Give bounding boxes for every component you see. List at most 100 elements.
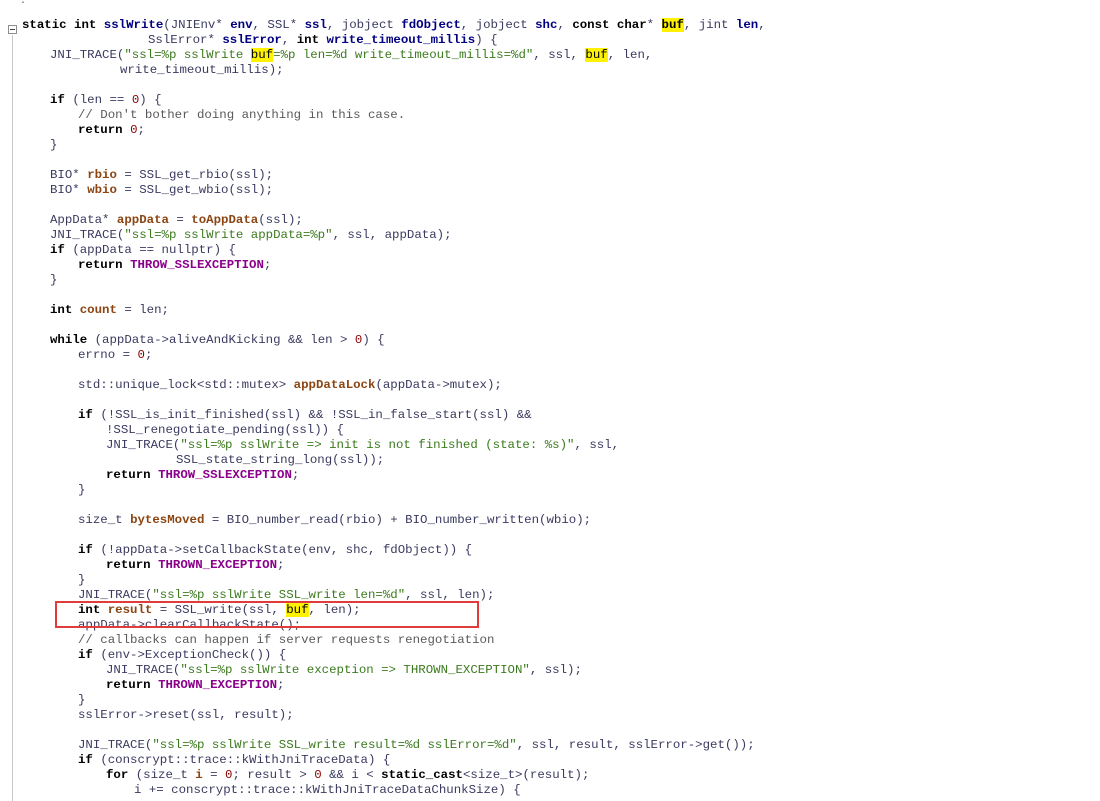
code-line[interactable]: if (conscrypt::trace::kWithJniTraceData)… <box>78 753 390 768</box>
code-token: int <box>50 303 80 317</box>
code-token: return <box>106 678 159 692</box>
code-line[interactable]: SSL_state_string_long(ssl)); <box>176 453 384 468</box>
code-editor[interactable]: · static int sslWrite(JNIEnv* env, SSL* … <box>0 0 1100 801</box>
code-token: = len; <box>116 303 169 317</box>
code-token: BIO* <box>50 183 88 197</box>
code-line[interactable]: while (appData->aliveAndKicking && len >… <box>50 333 385 348</box>
code-line[interactable]: JNI_TRACE("ssl=%p sslWrite buf=%p len=%d… <box>50 48 652 63</box>
code-token: , ssl, <box>574 438 620 452</box>
code-token: (len == <box>72 93 132 107</box>
code-token: = <box>202 768 225 782</box>
code-token: static int <box>22 18 104 32</box>
code-line[interactable]: // Don't bother doing anything in this c… <box>78 108 405 123</box>
code-token: ; <box>277 558 285 572</box>
code-line[interactable]: return 0; <box>78 123 145 138</box>
code-token: return <box>78 258 131 272</box>
code-line[interactable]: for (size_t i = 0; result > 0 && i < sta… <box>106 768 589 783</box>
code-token: , SSL* <box>252 18 305 32</box>
code-line[interactable]: SslError* sslError, int write_timeout_mi… <box>148 33 498 48</box>
code-token: (env->ExceptionCheck()) { <box>100 648 287 662</box>
code-token: 0 <box>137 348 145 362</box>
code-token: "ssl=%p sslWrite => init is not finished… <box>180 438 575 452</box>
code-token: (conscrypt::trace::kWithJniTraceData) { <box>100 753 391 767</box>
code-token: fdObject <box>401 18 461 32</box>
code-token: if <box>50 243 73 257</box>
code-line[interactable]: } <box>78 693 85 708</box>
fold-collapse-icon[interactable] <box>8 25 17 34</box>
code-token: , ssl); <box>529 663 582 677</box>
code-line[interactable]: BIO* rbio = SSL_get_rbio(ssl); <box>50 168 273 183</box>
code-token: return <box>106 468 159 482</box>
code-line[interactable]: return THROWN_EXCEPTION; <box>106 678 284 693</box>
code-line[interactable]: return THROW_SSLEXCEPTION; <box>106 468 299 483</box>
code-line[interactable]: } <box>78 573 85 588</box>
code-line[interactable]: size_t bytesMoved = BIO_number_read(rbio… <box>78 513 591 528</box>
code-line[interactable]: if (!appData->setCallbackState(env, shc,… <box>78 543 472 558</box>
code-line[interactable]: if (!SSL_is_init_finished(ssl) && !SSL_i… <box>78 408 532 423</box>
code-token: , jint <box>683 18 736 32</box>
code-line[interactable]: write_timeout_millis); <box>120 63 284 78</box>
code-line[interactable]: JNI_TRACE("ssl=%p sslWrite exception => … <box>106 663 582 678</box>
code-token: JNI_TRACE( <box>78 588 153 602</box>
code-token: * <box>646 18 662 32</box>
code-line[interactable]: } <box>50 138 57 153</box>
code-token: , ssl, appData); <box>332 228 452 242</box>
highlight-annotation-box <box>55 601 479 628</box>
code-line[interactable]: AppData* appData = toAppData(ssl); <box>50 213 303 228</box>
code-token: ; result > <box>232 768 315 782</box>
code-token: THROW_SSLEXCEPTION <box>158 468 292 482</box>
code-token: (appData->aliveAndKicking && len > <box>94 333 355 347</box>
code-token: ) { <box>475 33 498 47</box>
code-token: buf <box>661 18 684 32</box>
code-line[interactable]: errno = 0; <box>78 348 152 363</box>
code-line[interactable]: sslError->reset(ssl, result); <box>78 708 294 723</box>
code-line[interactable]: int count = len; <box>50 303 169 318</box>
code-line[interactable]: !SSL_renegotiate_pending(ssl)) { <box>106 423 344 438</box>
code-token: // Don't bother doing anything in this c… <box>78 108 406 122</box>
code-token: "ssl=%p sslWrite exception => THROWN_EXC… <box>180 663 530 677</box>
code-token: rbio <box>87 168 117 182</box>
code-line[interactable]: i += conscrypt::trace::kWithJniTraceData… <box>134 783 521 798</box>
code-token: (appData == nullptr) { <box>72 243 236 257</box>
code-token: static_cast <box>381 768 463 782</box>
code-token: errno = <box>78 348 138 362</box>
code-token: shc <box>535 18 558 32</box>
code-token: (!SSL_is_init_finished(ssl) && !SSL_in_f… <box>100 408 532 422</box>
code-token: count <box>79 303 117 317</box>
code-token: sslWrite <box>103 18 164 32</box>
code-token: return <box>106 558 159 572</box>
code-line[interactable]: } <box>50 273 57 288</box>
code-line[interactable]: static int sslWrite(JNIEnv* env, SSL* ss… <box>22 18 766 33</box>
code-line[interactable]: return THROW_SSLEXCEPTION; <box>78 258 271 273</box>
code-token: , ssl, result, sslError->get()); <box>516 738 755 752</box>
code-line[interactable]: std::unique_lock<std::mutex> appDataLock… <box>78 378 502 393</box>
code-token: // callbacks can happen if server reques… <box>78 633 495 647</box>
code-token: } <box>50 138 58 152</box>
code-token: =%p len=%d write_timeout_millis=%d" <box>273 48 534 62</box>
code-token: len <box>735 18 759 32</box>
code-line[interactable]: BIO* wbio = SSL_get_wbio(ssl); <box>50 183 273 198</box>
code-token: <size_t>(result); <box>462 768 590 782</box>
code-token: size_t <box>78 513 131 527</box>
code-token: BIO* <box>50 168 88 182</box>
code-line[interactable]: // callbacks can happen if server reques… <box>78 633 494 648</box>
code-token: if <box>50 93 73 107</box>
code-token: JNI_TRACE( <box>50 228 125 242</box>
code-line[interactable]: JNI_TRACE("ssl=%p sslWrite => init is no… <box>106 438 619 453</box>
code-token: env <box>230 18 253 32</box>
code-line[interactable]: return THROWN_EXCEPTION; <box>106 558 284 573</box>
code-line[interactable]: if (len == 0) { <box>50 93 162 108</box>
code-token: } <box>78 573 86 587</box>
code-token: if <box>78 408 101 422</box>
code-token: (appData->mutex); <box>375 378 502 392</box>
code-line[interactable]: JNI_TRACE("ssl=%p sslWrite appData=%p", … <box>50 228 452 243</box>
code-line[interactable]: JNI_TRACE("ssl=%p sslWrite SSL_write res… <box>78 738 755 753</box>
code-line[interactable]: if (appData == nullptr) { <box>50 243 236 258</box>
code-line[interactable]: } <box>78 483 85 498</box>
code-token: const char <box>572 18 647 32</box>
code-token: = BIO_number_read(rbio) + BIO_number_wri… <box>204 513 592 527</box>
code-token: JNI_TRACE( <box>106 663 181 677</box>
code-token: "ssl=%p sslWrite <box>124 48 251 62</box>
code-line[interactable]: if (env->ExceptionCheck()) { <box>78 648 286 663</box>
code-token: JNI_TRACE( <box>106 438 181 452</box>
